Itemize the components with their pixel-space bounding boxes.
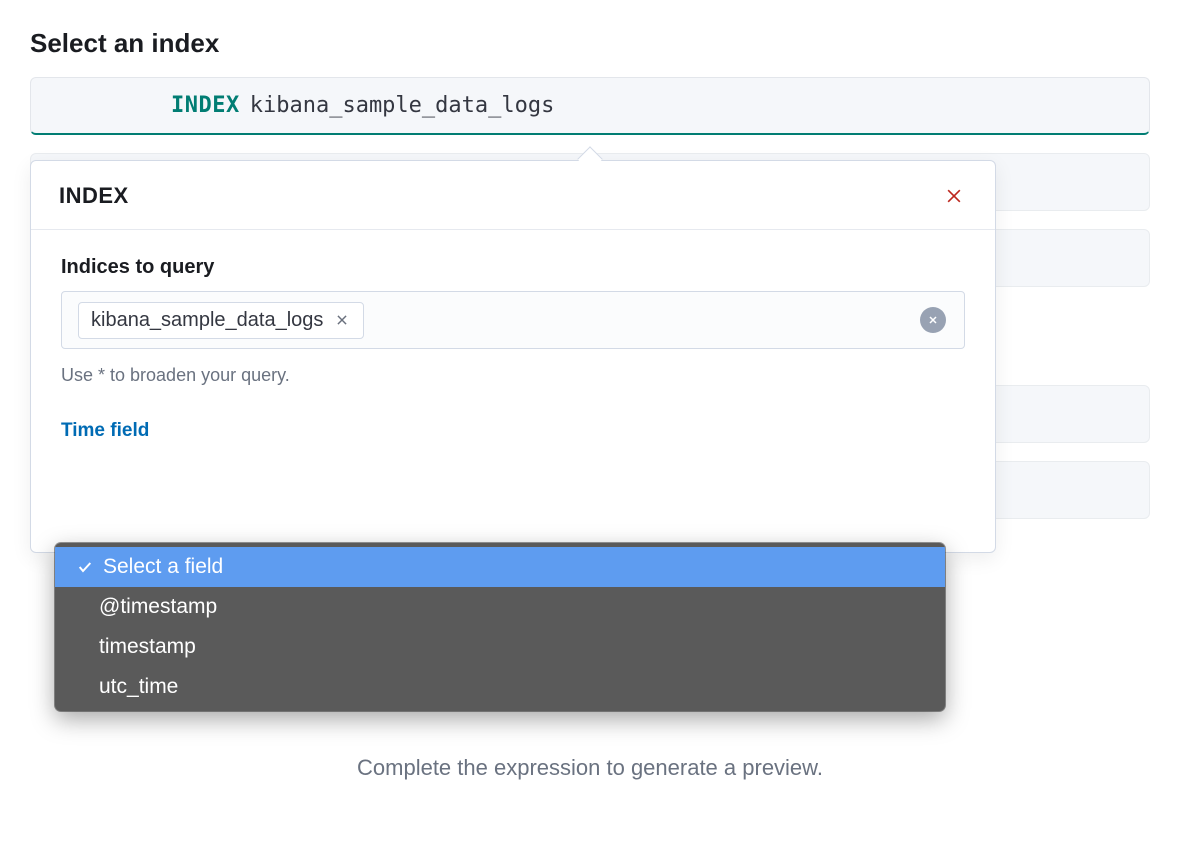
indices-hint: Use * to broaden your query. — [61, 365, 965, 386]
indices-label: Indices to query — [61, 256, 965, 279]
index-pill-label: kibana_sample_data_logs — [91, 309, 323, 332]
dropdown-option-label: Select a field — [103, 555, 223, 579]
clear-all-icon[interactable] — [920, 307, 946, 333]
check-icon — [75, 559, 95, 575]
expression-value: kibana_sample_data_logs — [250, 93, 555, 118]
dropdown-option[interactable]: timestamp — [55, 627, 945, 667]
dropdown-option[interactable]: utc_time — [55, 667, 945, 707]
dropdown-option-placeholder[interactable]: Select a field — [55, 547, 945, 587]
page-title: Select an index — [30, 28, 1150, 59]
index-expression-bar[interactable]: INDEX kibana_sample_data_logs — [30, 77, 1150, 135]
popover-title: INDEX — [59, 183, 129, 209]
dropdown-option[interactable]: @timestamp — [55, 587, 945, 627]
index-popover: INDEX Indices to query kibana_sample_dat… — [30, 160, 996, 553]
dropdown-option-label: utc_time — [99, 675, 178, 699]
expression-keyword: INDEX — [51, 93, 240, 118]
time-field-dropdown[interactable]: Select a field @timestamp timestamp utc_… — [55, 543, 945, 711]
remove-pill-icon[interactable] — [333, 311, 351, 329]
index-pill: kibana_sample_data_logs — [78, 302, 364, 339]
dropdown-option-label: @timestamp — [99, 595, 217, 619]
time-field-label: Time field — [61, 420, 965, 442]
dropdown-option-label: timestamp — [99, 635, 196, 659]
preview-message: Complete the expression to generate a pr… — [0, 755, 1180, 781]
indices-combobox[interactable]: kibana_sample_data_logs — [61, 291, 965, 349]
close-icon[interactable] — [941, 183, 967, 209]
